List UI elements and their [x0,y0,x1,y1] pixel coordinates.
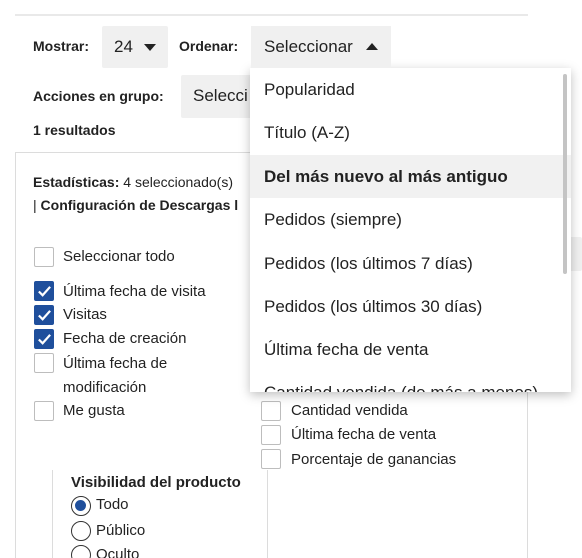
visibility-all-radio[interactable] [71,496,91,516]
visibility-hidden-radio[interactable] [71,545,91,558]
checkmark-icon [38,310,51,321]
visibility-all-label: Todo [96,496,129,513]
last-modified-checkbox[interactable] [34,353,54,373]
likes-label: Me gusta [63,402,125,419]
chevron-up-icon [366,43,378,50]
visits-checkbox[interactable] [34,305,54,325]
show-label: Mostrar: [33,38,90,54]
likes-checkbox[interactable] [34,401,54,421]
sort-select[interactable]: Seleccionar [251,26,391,68]
stats-label: Estadísticas: [33,174,120,190]
last-modified-label: Última fecha de [63,355,168,372]
stats-value: 4 seleccionado(s) [123,174,233,190]
visits-label: Visitas [63,306,107,323]
sort-dropdown-menu: Popularidad Título (A-Z) Del más nuevo a… [250,68,571,392]
profit-percentage-checkbox[interactable] [261,449,281,469]
visibility-public-radio[interactable] [71,521,91,541]
sort-option-newest[interactable]: Del más nuevo al más antiguo [250,155,571,198]
last-visit-label: Última fecha de visita [63,283,206,300]
checkmark-icon [38,286,51,297]
show-value: 24 [114,37,133,56]
sort-label: Ordenar: [179,38,239,54]
bulk-actions-value: Selecci [193,86,248,105]
sort-option-last-sale[interactable]: Última fecha de venta [250,328,571,371]
config-separator: | [33,197,37,213]
stats-summary: Estadísticas: 4 seleccionado(s) [33,174,233,190]
select-all-checkbox[interactable] [34,247,54,267]
dropdown-scrollbar[interactable] [563,74,567,274]
show-per-page-select[interactable]: 24 [102,26,168,68]
chevron-down-icon [144,44,156,51]
last-sale-label: Última fecha de venta [291,426,437,443]
sort-option-title[interactable]: Título (A-Z) [250,111,571,154]
sort-option-orders-7d[interactable]: Pedidos (los últimos 7 días) [250,242,571,285]
sort-value: Seleccionar [264,37,353,56]
sort-option-popularity[interactable]: Popularidad [250,68,571,111]
config-label: Configuración de Descargas l [40,197,239,213]
results-count: 1 resultados [33,122,116,138]
last-sale-checkbox[interactable] [261,425,281,445]
quantity-sold-label: Cantidad vendida [291,402,408,419]
creation-date-label: Fecha de creación [63,330,187,347]
profit-percentage-label: Porcentaje de ganancias [291,451,457,468]
partial-control [570,237,582,271]
last-visit-checkbox[interactable] [34,281,54,301]
visibility-divider-right [267,470,268,558]
visibility-divider-left [52,470,53,558]
top-divider [15,14,528,16]
sort-option-qty-sold[interactable]: Cantidad vendida (de más a menos) [250,371,571,392]
visibility-title: Visibilidad del producto [71,474,241,491]
visibility-hidden-label: Oculto [96,546,140,558]
visibility-public-label: Público [96,522,146,539]
quantity-sold-checkbox[interactable] [261,401,281,421]
sort-option-orders-30d[interactable]: Pedidos (los últimos 30 días) [250,285,571,328]
select-all-label: Seleccionar todo [63,248,175,265]
creation-date-checkbox[interactable] [34,329,54,349]
sort-option-orders-all[interactable]: Pedidos (siempre) [250,198,571,241]
checkmark-icon [38,334,51,345]
config-link[interactable]: | Configuración de Descargas l [33,197,238,213]
bulk-actions-label: Acciones en grupo: [33,88,164,104]
last-modified-label-2: modificación [63,379,147,396]
